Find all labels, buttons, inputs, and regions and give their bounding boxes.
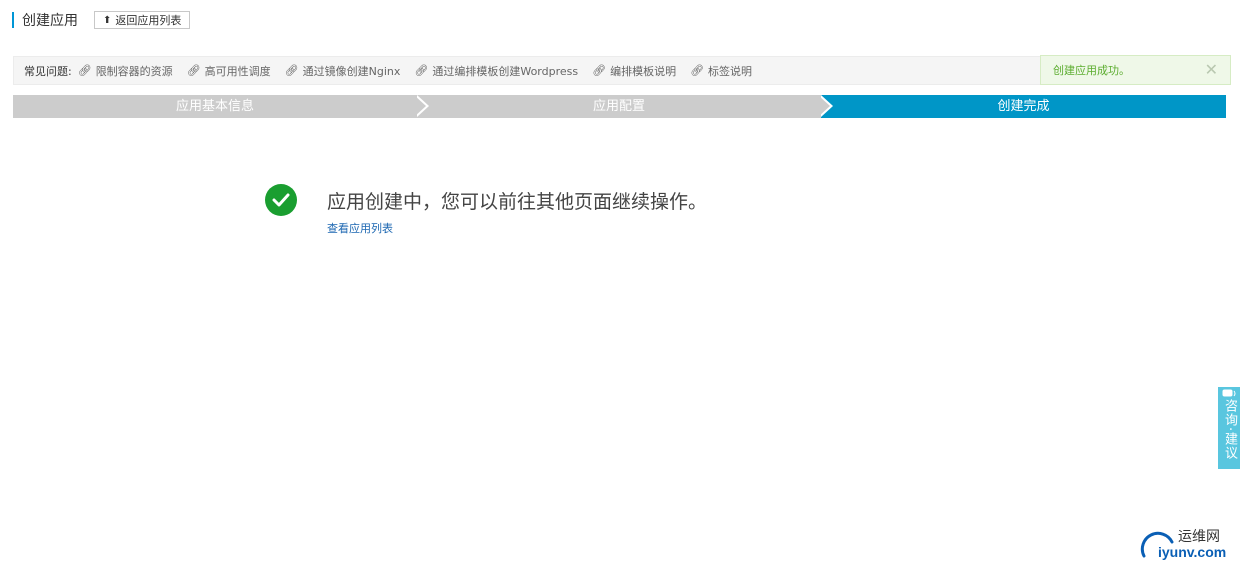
link-icon: 🔗︎ bbox=[592, 64, 607, 77]
wizard-steps: 应用基本信息 应用配置 创建完成 bbox=[13, 95, 1226, 118]
faq-link-label: 通过镜像创建Nginx bbox=[302, 64, 401, 78]
chat-bubble-icon bbox=[1222, 389, 1236, 397]
faq-label: 常见问题: bbox=[24, 64, 72, 78]
back-to-app-list-button[interactable]: ⬆ 返回应用列表 bbox=[94, 11, 191, 29]
watermark-cn: 运维网 bbox=[1178, 529, 1220, 545]
success-toast: 创建应用成功。 ✕ bbox=[1040, 55, 1231, 85]
up-arrow-icon: ⬆ bbox=[103, 14, 112, 26]
link-icon: 🔗︎ bbox=[186, 64, 201, 77]
link-icon: 🔗︎ bbox=[414, 64, 429, 77]
step-label: 应用配置 bbox=[592, 99, 645, 114]
faq-link-label: 限制容器的资源 bbox=[95, 64, 173, 78]
faq-link-template-doc[interactable]: 🔗︎ 编排模板说明 bbox=[592, 63, 676, 79]
step-separator-fill bbox=[414, 95, 426, 117]
faq-link-label: 编排模板说明 bbox=[610, 64, 677, 78]
faq-link-ha-scheduling[interactable]: 🔗︎ 高可用性调度 bbox=[187, 63, 271, 79]
close-icon[interactable]: ✕ bbox=[1205, 60, 1218, 79]
view-app-list-link[interactable]: 查看应用列表 bbox=[327, 220, 393, 236]
page-title: 创建应用 bbox=[22, 13, 78, 29]
step-app-config: 应用配置 bbox=[417, 95, 821, 118]
faq-link-resource-limit[interactable]: 🔗︎ 限制容器的资源 bbox=[78, 63, 173, 79]
back-button-label: 返回应用列表 bbox=[115, 14, 182, 27]
faq-link-nginx[interactable]: 🔗︎ 通过镜像创建Nginx bbox=[285, 63, 401, 79]
step-basic-info: 应用基本信息 bbox=[13, 95, 417, 118]
site-watermark: 运维网 iyunv.com bbox=[1136, 524, 1240, 564]
faq-link-label: 标签说明 bbox=[708, 64, 753, 78]
feedback-label: 咨询·建议 bbox=[1222, 399, 1237, 461]
success-check-icon bbox=[265, 184, 297, 216]
step-label: 创建完成 bbox=[997, 99, 1050, 114]
faq-link-wordpress[interactable]: 🔗︎ 通过编排模板创建Wordpress bbox=[414, 63, 578, 79]
step-complete: 创建完成 bbox=[821, 95, 1226, 118]
result-message: 应用创建中，您可以前往其他页面继续操作。 bbox=[327, 191, 708, 213]
feedback-tab[interactable]: 咨询·建议 bbox=[1218, 387, 1240, 469]
title-accent-bar bbox=[12, 12, 14, 28]
link-icon: 🔗︎ bbox=[284, 64, 299, 77]
link-icon: 🔗︎ bbox=[690, 64, 705, 77]
faq-link-tags[interactable]: 🔗︎ 标签说明 bbox=[690, 63, 752, 79]
watermark-en: iyunv.com bbox=[1158, 544, 1227, 560]
link-icon: 🔗︎ bbox=[77, 64, 92, 77]
page-header: 创建应用 ⬆ 返回应用列表 bbox=[12, 9, 191, 31]
step-label: 应用基本信息 bbox=[175, 99, 254, 114]
step-separator-fill bbox=[818, 95, 830, 117]
faq-link-label: 通过编排模板创建Wordpress bbox=[432, 64, 579, 78]
faq-link-label: 高可用性调度 bbox=[204, 64, 271, 78]
toast-message: 创建应用成功。 bbox=[1053, 64, 1130, 77]
